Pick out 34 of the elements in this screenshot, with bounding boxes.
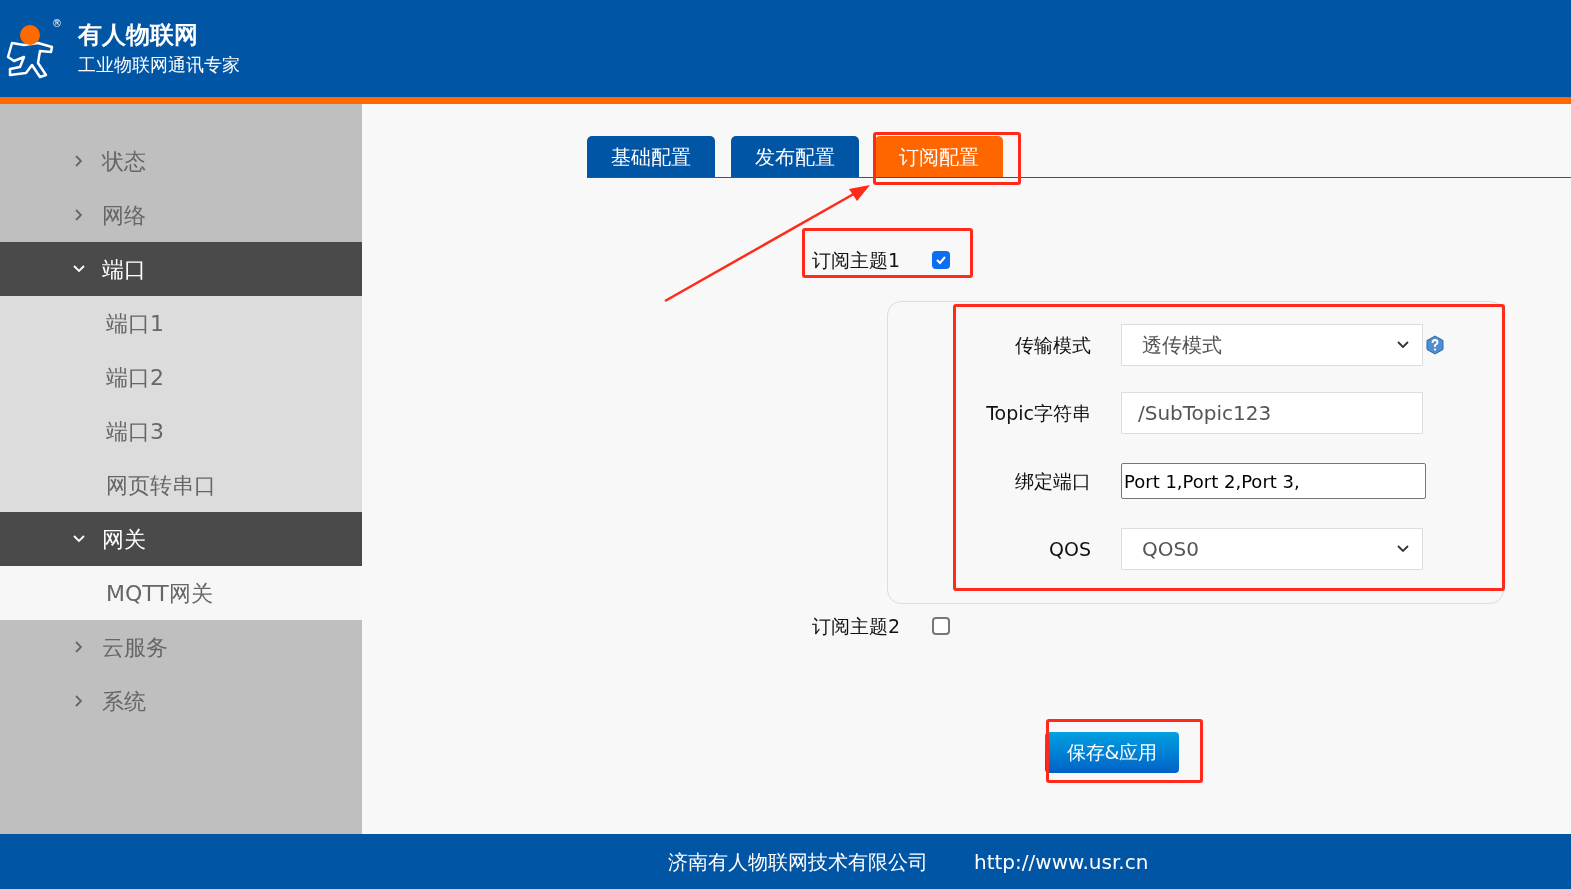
field-label: 绑定端口 (1014, 468, 1091, 494)
tab[interactable]: 订阅配置 (875, 136, 1003, 177)
sidebar-item[interactable]: 端口 (0, 242, 362, 296)
sidebar-subitem[interactable]: 端口1 (0, 296, 362, 350)
brand-slogan: 工业物联网通讯专家 (78, 54, 240, 77)
select-field[interactable]: 透传模式 (1121, 324, 1423, 366)
registered-mark: ® (52, 18, 62, 29)
sidebar-subitem[interactable]: 端口2 (0, 350, 362, 404)
checkbox[interactable] (932, 617, 951, 635)
company-name: 济南有人物联网技术有限公司 (668, 848, 928, 876)
field-label: 传输模式 (1014, 332, 1091, 358)
check-icon (935, 254, 948, 266)
tab[interactable]: 发布配置 (731, 136, 859, 177)
topic-label: 订阅主题1 (812, 247, 901, 273)
brand-name: 有人物联网 (78, 20, 199, 51)
checkbox[interactable] (932, 251, 951, 269)
topic-label: 订阅主题2 (812, 613, 901, 639)
sidebar-item[interactable]: 网络 (0, 188, 362, 242)
select-field[interactable]: QOS0 (1121, 528, 1423, 570)
field-label: QOS (1048, 536, 1091, 562)
tab[interactable]: 基础配置 (587, 136, 715, 177)
sidebar-subitem[interactable]: 端口3 (0, 404, 362, 458)
sidebar-item[interactable]: 系统 (0, 674, 362, 728)
sidebar-item[interactable]: 状态 (0, 134, 362, 188)
website-link[interactable]: http://www.usr.cn (974, 846, 1149, 877)
sidebar-item[interactable]: 云服务 (0, 620, 362, 674)
save-button[interactable]: 保存&应用 (1045, 732, 1179, 773)
input-field[interactable]: /SubTopic123 (1121, 392, 1423, 434)
field-label: Topic字符串 (985, 400, 1091, 426)
help-icon[interactable] (1425, 335, 1445, 355)
sidebar-subitem[interactable]: MQTT网关 (0, 566, 362, 620)
input-field[interactable]: Port 1,Port 2,Port 3, (1121, 463, 1426, 499)
sidebar-subitem[interactable]: 网页转串口 (0, 458, 362, 512)
sidebar-item[interactable]: 网关 (0, 512, 362, 566)
